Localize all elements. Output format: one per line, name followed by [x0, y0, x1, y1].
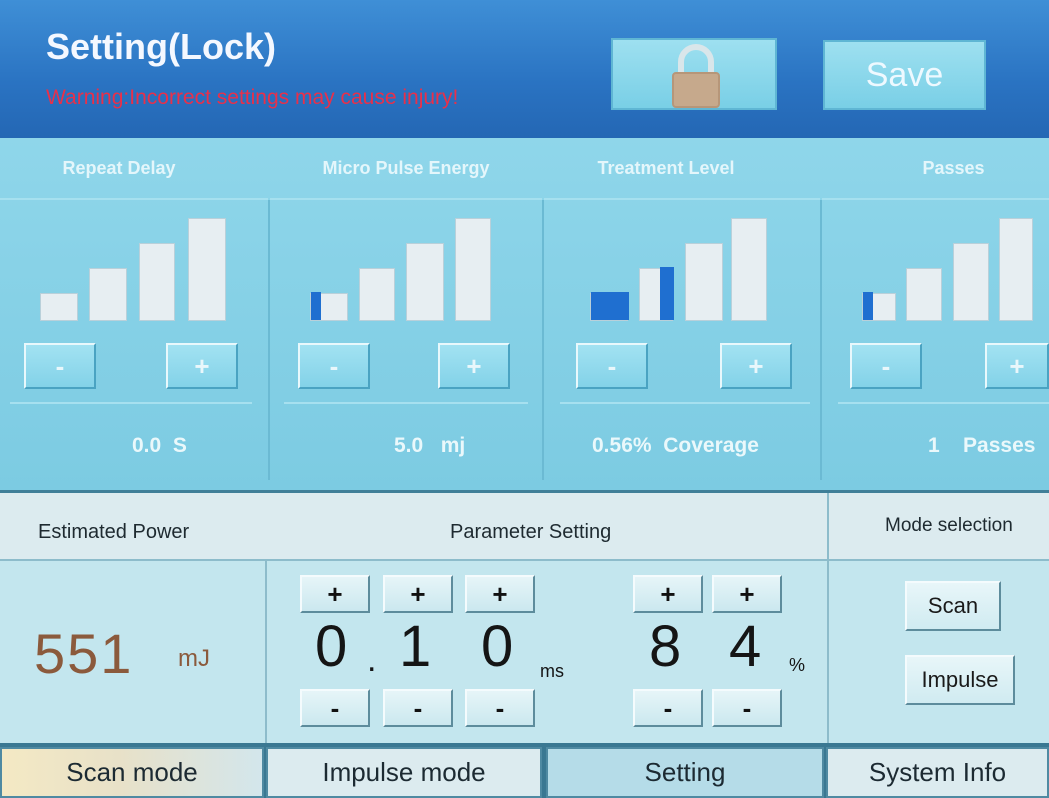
decrease-button[interactable]: -	[24, 343, 96, 389]
level-bar-2	[89, 268, 127, 321]
panel-value: 0.0	[132, 434, 162, 457]
panel-value-line: 0.0 S	[132, 434, 187, 458]
decrease-button[interactable]: -	[576, 343, 648, 389]
estimated-power-unit: mJ	[178, 645, 210, 672]
level-bar-4	[999, 218, 1033, 321]
warning-text: Warning:Incorrect settings may cause inj…	[46, 86, 459, 109]
panel-value-line: 5.0 mj	[394, 434, 465, 458]
digit-1-increase-button[interactable]: +	[300, 575, 370, 613]
level-bar-1	[40, 293, 78, 321]
lock-button[interactable]	[611, 38, 777, 110]
panel-unit: Coverage	[663, 434, 759, 457]
divider	[10, 402, 252, 404]
increase-button[interactable]: +	[985, 343, 1049, 389]
time-unit: ms	[540, 661, 564, 681]
panel-micro-pulse-energy: Micro Pulse Energy - + 5.0 mj	[270, 138, 542, 490]
panel-value-line: 0.56% Coverage	[592, 434, 759, 458]
impulse-mode-button[interactable]: Impulse	[905, 655, 1015, 705]
tab-scan-mode[interactable]: Scan mode	[0, 747, 264, 798]
header: Setting(Lock) Warning:Incorrect settings…	[0, 0, 1049, 138]
increase-button[interactable]: +	[720, 343, 792, 389]
tab-impulse-mode[interactable]: Impulse mode	[266, 747, 542, 798]
divider	[284, 402, 528, 404]
divider	[270, 198, 542, 200]
decrease-button[interactable]: -	[298, 343, 370, 389]
percent-digit-1: 8	[649, 614, 682, 679]
level-bar-2	[359, 268, 395, 321]
digit-2-decrease-button[interactable]: -	[383, 689, 453, 727]
percent-digit-2-decrease-button[interactable]: -	[712, 689, 782, 727]
panel-repeat-delay: Repeat Delay - + 0.0 S	[0, 138, 268, 490]
screen: Setting(Lock) Warning:Incorrect settings…	[0, 0, 1049, 798]
panel-value-line: 1 Passes	[928, 434, 1035, 458]
increase-button[interactable]: +	[166, 343, 238, 389]
level-bar-4	[455, 218, 491, 321]
panel-unit: Passes	[963, 434, 1036, 457]
panel-title: Passes	[922, 158, 985, 178]
panel-value: 1	[928, 434, 940, 457]
divider	[822, 198, 1049, 200]
estimated-power-value: 551	[34, 622, 134, 685]
digit-2-increase-button[interactable]: +	[383, 575, 453, 613]
level-bar-2	[639, 267, 674, 321]
percent-digit-1-decrease-button[interactable]: -	[633, 689, 703, 727]
tab-setting[interactable]: Setting	[546, 747, 824, 798]
digit-3-decrease-button[interactable]: -	[465, 689, 535, 727]
divider	[560, 402, 810, 404]
mode-selection-box: Scan Impulse	[827, 561, 1049, 746]
divider	[838, 402, 1049, 404]
level-panels: Repeat Delay - + 0.0 S Micro Pulse Energ…	[0, 138, 1049, 490]
level-bar-3	[139, 243, 175, 321]
percent-digit-2: 4	[729, 614, 762, 679]
level-bar-3	[406, 243, 444, 321]
decimal-point: .	[367, 641, 377, 679]
level-bar-4	[731, 218, 767, 321]
percent-digit-1-increase-button[interactable]: +	[633, 575, 703, 613]
divider	[544, 198, 820, 200]
level-bar-3	[685, 243, 723, 321]
level-bar-4	[188, 218, 226, 321]
parameter-setting-box: + + + 0 . 1 0 ms - - - + + 8 4 % - -	[267, 561, 827, 746]
percent-digit-2-increase-button[interactable]: +	[712, 575, 782, 613]
percent-unit: %	[789, 655, 806, 675]
level-bar-3	[953, 243, 989, 321]
page-title: Setting(Lock)	[46, 26, 276, 67]
panel-title: Micro Pulse Energy	[322, 158, 490, 178]
tab-system-info[interactable]: System Info	[826, 747, 1049, 798]
digit-1-decrease-button[interactable]: -	[300, 689, 370, 727]
divider	[0, 198, 268, 200]
time-digit-3: 0	[481, 614, 514, 679]
save-button[interactable]: Save	[823, 40, 986, 110]
panel-unit: S	[172, 434, 187, 457]
increase-button[interactable]: +	[438, 343, 510, 389]
panel-title: Treatment Level	[597, 158, 735, 178]
panel-treatment-level: Treatment Level - + 0.56% Coverage	[544, 138, 820, 490]
panel-value: 0.56%	[592, 434, 652, 457]
panel-value: 5.0	[394, 434, 424, 457]
level-bar-1	[862, 292, 896, 321]
parameter-setting-title: Parameter Setting	[450, 521, 612, 543]
padlock-icon	[672, 44, 720, 108]
lower-header: Estimated Power Parameter Setting	[0, 493, 827, 561]
time-digit-1: 0	[315, 614, 348, 679]
panel-unit: mj	[440, 434, 466, 457]
panel-title: Repeat Delay	[62, 158, 176, 178]
level-bar-1	[310, 292, 348, 321]
time-digit-2: 1	[399, 614, 432, 679]
level-bar-1	[590, 292, 629, 321]
estimated-power-title: Estimated Power	[38, 521, 190, 543]
decrease-button[interactable]: -	[850, 343, 922, 389]
mode-selection-title: Mode selection	[885, 515, 1013, 536]
digit-3-increase-button[interactable]: +	[465, 575, 535, 613]
mode-selection-header: Mode selection	[827, 493, 1049, 561]
lower-section: Estimated Power Parameter Setting 551 mJ…	[0, 490, 1049, 746]
bottom-tab-bar: Scan mode Impulse mode Setting System In…	[0, 743, 1049, 798]
level-bar-2	[906, 268, 942, 321]
scan-mode-button[interactable]: Scan	[905, 581, 1001, 631]
panel-passes: Passes - + 1 Passes	[822, 138, 1049, 490]
